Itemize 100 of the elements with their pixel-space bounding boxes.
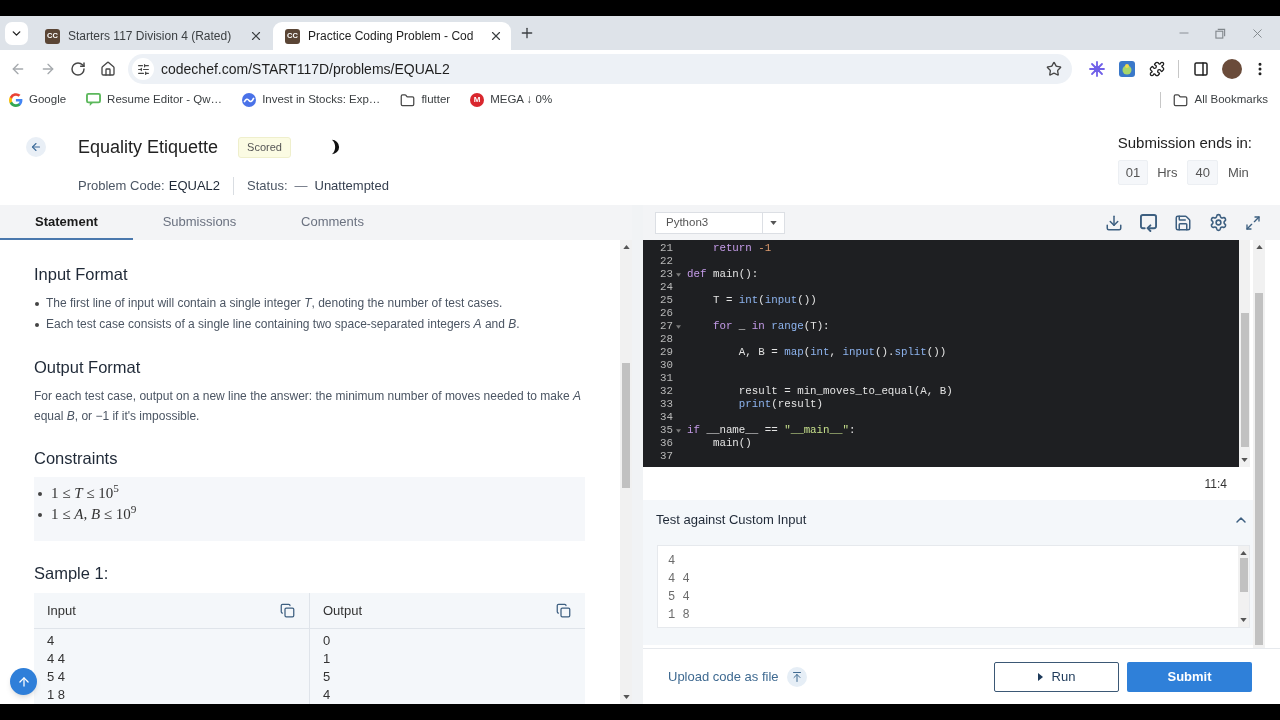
arrow-left-icon xyxy=(30,141,42,153)
moon-icon[interactable] xyxy=(330,139,340,155)
home-icon[interactable] xyxy=(100,61,116,77)
reload-icon[interactable] xyxy=(70,61,86,77)
panel-title: Test against Custom Input xyxy=(656,511,807,530)
bookmark-folder[interactable]: All Bookmarks xyxy=(1172,91,1268,109)
scroll-down-icon[interactable] xyxy=(1240,618,1247,622)
scrollbar-thumb[interactable] xyxy=(1255,293,1263,645)
fold-caret-icon[interactable] xyxy=(676,324,681,329)
line-number: 25 xyxy=(659,294,673,307)
submit-button[interactable]: Submit xyxy=(1127,661,1252,692)
close-icon[interactable] xyxy=(489,29,503,43)
column-header: Input xyxy=(47,601,76,620)
minutes-value: 40 xyxy=(1187,160,1218,185)
close-icon[interactable] xyxy=(249,29,263,43)
copy-icon[interactable] xyxy=(280,603,295,618)
line-number: 36 xyxy=(659,437,673,450)
caret-down-icon xyxy=(770,220,777,225)
address-bar[interactable]: codechef.com/START117D/problems/EQUAL2 xyxy=(128,54,1072,84)
app-tile-icon[interactable] xyxy=(1119,61,1135,77)
restore-icon[interactable] xyxy=(1215,27,1226,39)
math-text: 1 ≤ T ≤ 10$^{5}$ xyxy=(51,483,119,503)
starburst-icon[interactable] xyxy=(1089,61,1105,77)
code-line: def main(): xyxy=(687,268,759,281)
code-line: A, B = map(int, input().split()) xyxy=(737,346,947,359)
copy-icon[interactable] xyxy=(556,603,571,618)
line-number: 22 xyxy=(659,255,673,268)
tab-search-button[interactable] xyxy=(5,21,28,45)
fold-caret-icon[interactable] xyxy=(676,428,681,433)
scroll-up-icon[interactable] xyxy=(1255,245,1263,249)
line-number: 27 xyxy=(659,320,673,333)
download-icon[interactable] xyxy=(1105,213,1123,232)
scrollbar-thumb[interactable] xyxy=(1240,313,1249,447)
custom-input-field[interactable]: 4 4 4 5 4 1 8 xyxy=(657,545,1250,628)
bookmark[interactable]: flutter xyxy=(400,91,451,109)
tab[interactable]: Comments xyxy=(266,205,399,240)
tab[interactable]: Submissions xyxy=(133,205,266,240)
upload-button[interactable]: Upload code as file xyxy=(668,666,807,687)
minutes-unit: Min xyxy=(1227,163,1249,182)
wave-circle-icon xyxy=(242,93,257,107)
scrollbar-thumb[interactable] xyxy=(1239,558,1248,592)
run-button[interactable]: Run xyxy=(994,661,1119,692)
line-number: 33 xyxy=(659,398,673,411)
bookmark[interactable]: M MEGA ↓ 0% xyxy=(470,91,553,109)
hours-unit: Hrs xyxy=(1157,163,1178,182)
bookmark[interactable]: Google xyxy=(9,91,67,109)
bookmark[interactable]: Resume Editor - Qw… xyxy=(86,91,223,109)
back-button[interactable] xyxy=(26,137,46,157)
list-item-text: Each test case consists of a single line containing two space-separated integers A and B. xyxy=(46,316,520,333)
upload-icon xyxy=(786,666,807,687)
scrollbar[interactable] xyxy=(620,240,632,704)
new-tab-icon[interactable] xyxy=(519,25,535,41)
profile-avatar[interactable] xyxy=(1222,59,1242,79)
scrollbar-thumb[interactable] xyxy=(622,363,630,488)
line-number: 24 xyxy=(659,281,673,294)
scroll-up-icon[interactable] xyxy=(622,245,630,249)
bullet-icon xyxy=(38,491,42,496)
site-info-icon[interactable] xyxy=(132,58,154,80)
side-panel-icon[interactable] xyxy=(1193,61,1209,77)
scroll-down-icon[interactable] xyxy=(622,695,630,699)
scrollbar[interactable] xyxy=(1253,240,1265,648)
scrollbar[interactable] xyxy=(1238,546,1249,627)
table-cell-text: 0 1 5 4 xyxy=(322,632,332,704)
bullet-icon xyxy=(38,512,42,517)
code-line: if __name__ == "__main__": xyxy=(687,424,856,437)
multicolor-g-icon xyxy=(9,93,23,107)
status-label: Status: xyxy=(247,177,288,196)
scroll-top-button[interactable] xyxy=(10,668,37,695)
list-item-text: The first line of input will contain a single integer T, denoting the number of test cases. xyxy=(46,295,503,312)
code-line: main() xyxy=(711,437,752,450)
code-editor[interactable] xyxy=(643,240,1250,467)
math-text: 1 ≤ A, B ≤ 10$^{9}$ xyxy=(51,504,137,524)
line-number: 28 xyxy=(659,333,673,346)
square-arrow-icon[interactable] xyxy=(1140,213,1157,232)
folder-icon xyxy=(400,92,416,108)
bullet-icon xyxy=(35,323,39,327)
line-number: 26 xyxy=(659,307,673,320)
status-value: Unattempted xyxy=(314,177,389,196)
language-select[interactable]: Python3 xyxy=(655,211,785,234)
code-line: print(result) xyxy=(737,398,824,411)
expand-icon[interactable] xyxy=(1245,214,1261,231)
code-line: result = min_moves_to_equal(A, B) xyxy=(737,385,953,398)
line-number: 35 xyxy=(659,424,673,437)
star-icon[interactable] xyxy=(1046,61,1062,77)
arrow-up-icon xyxy=(16,674,31,689)
code-line: T = int(input()) xyxy=(711,294,817,307)
section-heading: Input Format xyxy=(34,264,129,284)
section-heading: Output Format xyxy=(34,357,142,377)
code-line: for _ in range(T): xyxy=(711,320,830,333)
status-dash: — xyxy=(294,177,308,196)
line-number: 32 xyxy=(659,385,673,398)
scroll-up-icon[interactable] xyxy=(1240,551,1247,555)
settings-icon[interactable] xyxy=(1209,213,1228,232)
bookmark[interactable]: Invest in Stocks: Exp… xyxy=(242,91,381,109)
scroll-down-icon[interactable] xyxy=(1241,458,1248,462)
scrollbar[interactable] xyxy=(1239,240,1250,467)
puzzle-icon[interactable] xyxy=(1149,61,1165,77)
code-label: Problem Code: xyxy=(78,177,165,196)
fold-caret-icon[interactable] xyxy=(676,272,681,277)
tab[interactable]: Statement xyxy=(0,205,133,240)
